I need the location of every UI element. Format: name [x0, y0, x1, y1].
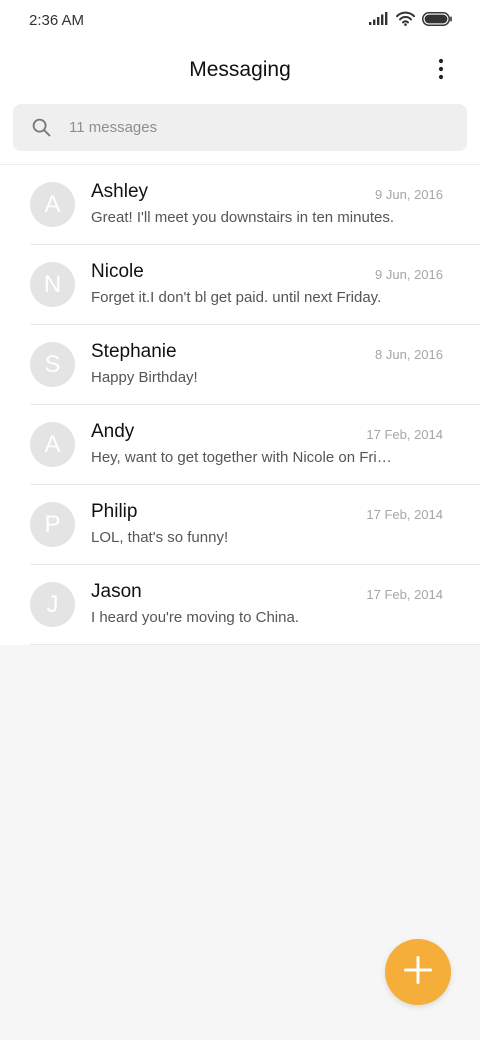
message-preview: I heard you're moving to China.: [91, 609, 299, 626]
contact-name: Philip: [91, 501, 138, 522]
avatar: J: [30, 582, 75, 627]
message-date: 9 Jun, 2016: [375, 187, 443, 202]
more-options-button[interactable]: [426, 56, 456, 86]
avatar: P: [30, 502, 75, 547]
contact-name: Andy: [91, 421, 135, 442]
status-time: 2:36 AM: [29, 12, 85, 29]
search-bar[interactable]: [13, 104, 467, 151]
avatar: N: [30, 262, 75, 307]
page-title: Messaging: [189, 58, 291, 81]
contact-name: Stephanie: [91, 341, 177, 362]
compose-button[interactable]: [385, 939, 451, 1005]
contact-name: Jason: [91, 581, 142, 602]
contact-name: Nicole: [91, 261, 144, 282]
wifi-icon: [396, 11, 415, 31]
avatar: A: [30, 422, 75, 467]
message-row[interactable]: P Philip 17 Feb, 2014 LOL, that's so fun…: [0, 485, 480, 565]
message-row[interactable]: N Nicole 9 Jun, 2016 Forget it.I don't b…: [0, 245, 480, 325]
status-icons: [369, 11, 452, 31]
message-preview: Forget it.I don't bl get paid. until nex…: [91, 289, 382, 306]
message-preview: LOL, that's so funny!: [91, 529, 229, 546]
row-divider: [30, 644, 480, 645]
message-date: 17 Feb, 2014: [366, 507, 443, 522]
plus-icon: [404, 955, 432, 989]
avatar: S: [30, 342, 75, 387]
message-preview: Great! I'll meet you downstairs in ten m…: [91, 209, 394, 226]
signal-icon: [369, 12, 388, 30]
contact-name: Ashley: [91, 181, 149, 202]
message-date: 8 Jun, 2016: [375, 347, 443, 362]
message-date: 9 Jun, 2016: [375, 267, 443, 282]
search-input[interactable]: [69, 104, 449, 151]
message-preview: Happy Birthday!: [91, 369, 198, 386]
avatar: A: [30, 182, 75, 227]
message-date: 17 Feb, 2014: [366, 427, 443, 442]
message-row[interactable]: J Jason 17 Feb, 2014 I heard you're movi…: [0, 565, 480, 645]
message-row[interactable]: S Stephanie 8 Jun, 2016 Happy Birthday!: [0, 325, 480, 405]
app-header: Messaging: [0, 42, 480, 100]
message-date: 17 Feb, 2014: [366, 587, 443, 602]
message-list: A Ashley 9 Jun, 2016 Great! I'll meet yo…: [0, 165, 480, 645]
message-preview: Hey, want to get together with Nicole on…: [91, 449, 396, 466]
message-row[interactable]: A Ashley 9 Jun, 2016 Great! I'll meet yo…: [0, 165, 480, 245]
battery-icon: [422, 11, 452, 31]
more-vertical-icon: [438, 58, 444, 85]
status-bar: 2:36 AM: [0, 0, 480, 42]
main-panel: 2:36 AM Messaging 11 messages A Ashley 9…: [0, 0, 480, 645]
message-row[interactable]: A Andy 17 Feb, 2014 Hey, want to get tog…: [0, 405, 480, 485]
search-icon: [32, 118, 51, 142]
